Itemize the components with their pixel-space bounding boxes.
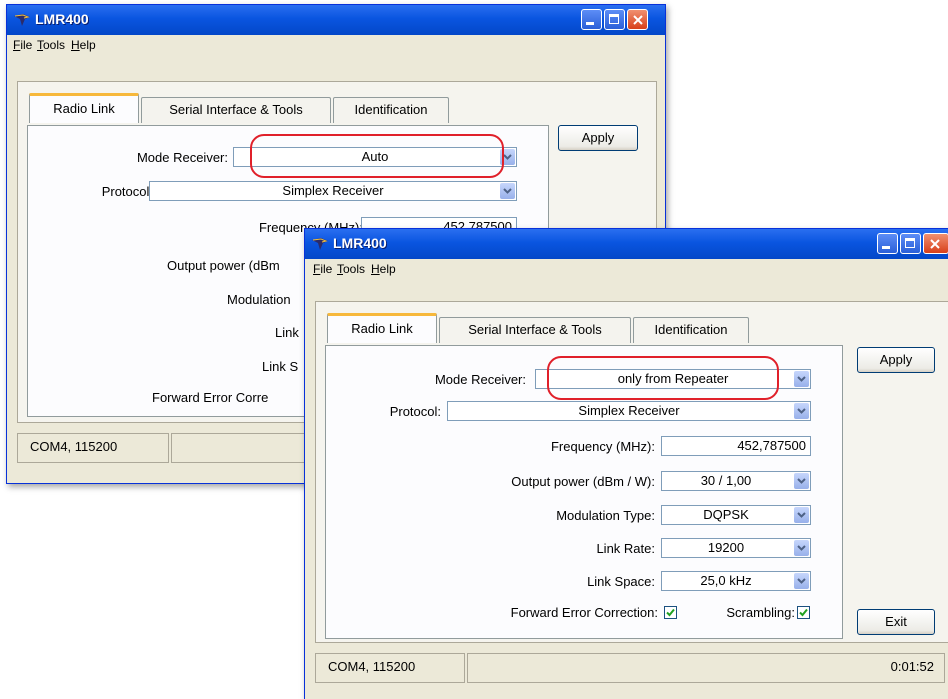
output-power-label: Output power (dBm / W): [511,474,655,489]
output-power-select[interactable]: 30 / 1,00 [661,471,811,491]
close-icon [930,239,940,249]
link-space-select[interactable]: 25,0 kHz [661,571,811,591]
close-button[interactable] [923,233,948,254]
fec-checkbox[interactable] [664,606,677,619]
menu-tools[interactable]: Tools [37,38,65,52]
chevron-down-icon[interactable] [794,371,809,387]
link-space-label: Link Space: [587,574,655,589]
minimize-icon [586,22,594,25]
maximize-icon [609,14,619,24]
minimize-button[interactable] [581,9,602,30]
checkmark-icon [666,608,675,617]
chevron-down-icon[interactable] [794,507,809,523]
menu-file[interactable]: File [13,38,32,52]
chevron-down-icon[interactable] [500,149,515,165]
protocol-label: Protocol: [389,404,441,419]
modulation-label: Modulation [227,292,291,307]
chevron-down-icon[interactable] [794,473,809,489]
modulation-type-select[interactable]: DQPSK [661,505,811,525]
tab-radio-link[interactable]: Radio Link [327,313,437,343]
front-window: LMR400 File Tools Help Radio Link Serial… [304,228,948,699]
tab-serial-interface[interactable]: Serial Interface & Tools [141,97,331,123]
checkmark-icon [799,608,808,617]
link-rate-label: Link Rate: [596,541,655,556]
frequency-input[interactable]: 452,787500 [661,436,811,456]
maximize-button[interactable] [900,233,921,254]
app-icon [312,238,328,250]
minimize-button[interactable] [877,233,898,254]
tab-identification[interactable]: Identification [333,97,449,123]
modulation-type-label: Modulation Type: [556,508,655,523]
scrambling-label: Scrambling: [726,605,795,620]
chevron-down-icon[interactable] [794,540,809,556]
link-space-label: Link S [262,359,299,374]
exit-button[interactable]: Exit [857,609,935,635]
mode-receiver-select[interactable]: Auto [233,147,517,167]
apply-button[interactable]: Apply [857,347,935,373]
frequency-label: Frequency (MHz): [550,439,655,454]
mode-receiver-label: Mode Receiver: [434,372,526,387]
window-title: LMR400 [333,235,387,251]
chevron-down-icon[interactable] [794,403,809,419]
menu-file[interactable]: File [313,262,332,276]
scrambling-checkbox[interactable] [797,606,810,619]
apply-button[interactable]: Apply [558,125,638,151]
protocol-select[interactable]: Simplex Receiver [447,401,811,421]
minimize-icon [882,246,890,249]
title-bar[interactable]: LMR400 [7,5,665,35]
tab-body [325,345,843,639]
mode-receiver-select[interactable]: only from Repeater [535,369,811,389]
window-title: LMR400 [35,11,89,27]
protocol-label: Protocol: [101,184,153,199]
mode-receiver-label: Mode Receiver: [136,150,228,165]
status-port: COM4, 115200 [17,433,169,463]
maximize-icon [905,238,915,248]
tab-radio-link[interactable]: Radio Link [29,93,139,123]
close-icon [633,15,643,25]
output-power-label: Output power (dBm [167,258,280,273]
protocol-select[interactable]: Simplex Receiver [149,181,517,201]
menu-help[interactable]: Help [71,38,96,52]
tab-identification[interactable]: Identification [633,317,749,343]
link-rate-select[interactable]: 19200 [661,538,811,558]
menu-bar: File Tools Help [305,259,948,279]
menu-bar: File Tools Help [7,35,665,55]
fec-label: Forward Error Corre [152,390,269,405]
chevron-down-icon[interactable] [500,183,515,199]
maximize-button[interactable] [604,9,625,30]
fec-label: Forward Error Correction: [510,605,658,620]
menu-help[interactable]: Help [371,262,396,276]
status-port: COM4, 115200 [315,653,465,683]
title-bar[interactable]: LMR400 [305,229,948,259]
link-rate-label: Link [275,325,299,340]
menu-tools[interactable]: Tools [337,262,365,276]
status-time: 0:01:52 [467,653,945,683]
close-button[interactable] [627,9,648,30]
tab-serial-interface[interactable]: Serial Interface & Tools [439,317,631,343]
app-icon [14,14,30,26]
chevron-down-icon[interactable] [794,573,809,589]
